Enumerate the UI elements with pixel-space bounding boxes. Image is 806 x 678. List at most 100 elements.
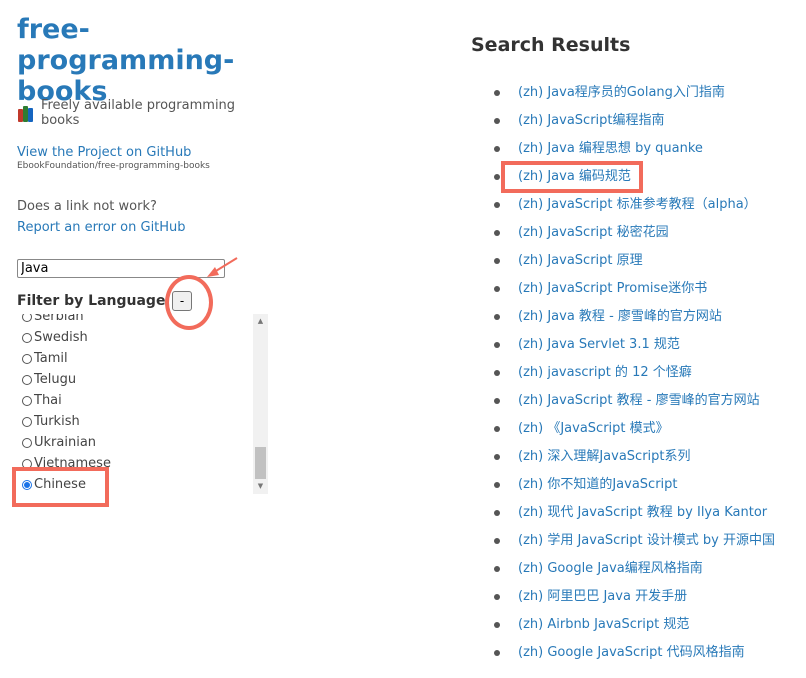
result-item: (zh) 现代 JavaScript 教程 by Ilya Kantor (494, 503, 775, 531)
github-project-link[interactable]: View the Project on GitHub (17, 145, 191, 160)
language-option-thai[interactable]: Thai (17, 390, 111, 411)
result-item: (zh) JavaScript 标准参考教程（alpha） (494, 195, 775, 223)
result-item: (zh) Java Servlet 3.1 规范 (494, 335, 775, 363)
result-link[interactable]: (zh) 学用 JavaScript 设计模式 by 开源中国 (518, 531, 775, 551)
result-link[interactable]: (zh) JavaScript 原理 (518, 251, 643, 271)
annotation-arrow-icon (207, 257, 238, 277)
bullet-icon (494, 622, 500, 628)
language-label[interactable]: Telugu (34, 372, 76, 387)
result-item: (zh) Java程序员的Golang入门指南 (494, 83, 775, 111)
language-option-serbian[interactable]: Serbian (17, 314, 111, 327)
result-item: (zh) JavaScript 秘密花园 (494, 223, 775, 251)
bullet-icon (494, 146, 500, 152)
result-item: (zh) 学用 JavaScript 设计模式 by 开源中国 (494, 531, 775, 559)
bullet-icon (494, 370, 500, 376)
results-header: Search Results (471, 34, 630, 56)
language-label[interactable]: Tamil (34, 351, 68, 366)
result-item: (zh) 你不知道的JavaScript (494, 475, 775, 503)
result-link[interactable]: (zh) JavaScript Promise迷你书 (518, 279, 707, 299)
result-item: (zh) 深入理解JavaScript系列 (494, 447, 775, 475)
github-repo-name: EbookFoundation/free-programming-books (17, 161, 210, 171)
bullet-icon (494, 510, 500, 516)
triangle-down-icon[interactable]: ▼ (253, 479, 268, 494)
bullet-icon (494, 314, 500, 320)
language-radio[interactable] (22, 353, 32, 364)
language-radio[interactable] (22, 395, 32, 406)
language-option-swedish[interactable]: Swedish (17, 327, 111, 348)
language-label[interactable]: Serbian (34, 314, 84, 324)
result-item: (zh) Airbnb JavaScript 规范 (494, 615, 775, 643)
result-link[interactable]: (zh) JavaScript 秘密花园 (518, 223, 669, 243)
result-link[interactable]: (zh) 《JavaScript 模式》 (518, 419, 669, 439)
annotation-box-java-coding-standard (501, 161, 643, 193)
result-item: (zh) Google Java编程风格指南 (494, 559, 775, 587)
language-radio[interactable] (22, 416, 32, 427)
result-link[interactable]: (zh) JavaScript 教程 - 廖雪峰的官方网站 (518, 391, 760, 411)
annotation-circle (165, 275, 213, 330)
bullet-icon (494, 342, 500, 348)
bullet-icon (494, 118, 500, 124)
bullet-icon (494, 650, 500, 656)
language-label[interactable]: Swedish (34, 330, 88, 345)
broken-link-question: Does a link not work? (17, 199, 157, 214)
bullet-icon (494, 566, 500, 572)
site-title[interactable]: free-programming- books (17, 14, 277, 107)
result-item: (zh) JavaScript编程指南 (494, 111, 775, 139)
report-error-link[interactable]: Report an error on GitHub (17, 220, 186, 235)
bullet-icon (494, 538, 500, 544)
result-link[interactable]: (zh) Java 教程 - 廖雪峰的官方网站 (518, 307, 722, 327)
result-link[interactable]: (zh) JavaScript编程指南 (518, 111, 665, 131)
bullet-icon (494, 90, 500, 96)
books-icon (17, 104, 37, 122)
bullet-icon (494, 286, 500, 292)
bullet-icon (494, 174, 500, 180)
search-results-heading: Search Results (471, 34, 631, 56)
bullet-icon (494, 398, 500, 404)
language-option-telugu[interactable]: Telugu (17, 369, 111, 390)
result-link[interactable]: (zh) 现代 JavaScript 教程 by Ilya Kantor (518, 503, 767, 523)
result-item: (zh) JavaScript Promise迷你书 (494, 279, 775, 307)
bullet-icon (494, 426, 500, 432)
language-radio[interactable] (22, 314, 32, 322)
result-link[interactable]: (zh) Java程序员的Golang入门指南 (518, 83, 725, 103)
scrollbar-thumb[interactable] (255, 447, 266, 479)
bullet-icon (494, 482, 500, 488)
language-label[interactable]: Ukrainian (34, 435, 96, 450)
bullet-icon (494, 454, 500, 460)
annotation-box-chinese (12, 467, 109, 507)
language-option-turkish[interactable]: Turkish (17, 411, 111, 432)
result-link[interactable]: (zh) 深入理解JavaScript系列 (518, 447, 691, 467)
language-radio[interactable] (22, 374, 32, 385)
result-link[interactable]: (zh) Airbnb JavaScript 规范 (518, 615, 689, 635)
language-radio[interactable] (22, 437, 32, 448)
result-item: (zh) 《JavaScript 模式》 (494, 419, 775, 447)
language-label[interactable]: Turkish (34, 414, 80, 429)
filter-by-language-heading: Filter by Language (17, 293, 166, 309)
site-title-line1[interactable]: free-programming- (17, 14, 234, 76)
result-link[interactable]: (zh) 你不知道的JavaScript (518, 475, 678, 495)
tagline-text: Freely available programming books (40, 98, 236, 128)
bullet-icon (494, 258, 500, 264)
triangle-up-icon[interactable]: ▲ (253, 314, 268, 329)
result-item: (zh) JavaScript 原理 (494, 251, 775, 279)
result-item: (zh) javascript 的 12 个怪癖 (494, 363, 775, 391)
tagline: Freely available programming books (17, 98, 277, 128)
language-list-scrollbar[interactable]: ▲ ▼ (253, 314, 268, 494)
language-label[interactable]: Thai (34, 393, 62, 408)
result-link[interactable]: (zh) 阿里巴巴 Java 开发手册 (518, 587, 687, 607)
bullet-icon (494, 202, 500, 208)
result-item: (zh) 阿里巴巴 Java 开发手册 (494, 587, 775, 615)
result-link[interactable]: (zh) Google JavaScript 代码风格指南 (518, 643, 745, 663)
result-item: (zh) JavaScript 教程 - 廖雪峰的官方网站 (494, 391, 775, 419)
result-link[interactable]: (zh) Java Servlet 3.1 规范 (518, 335, 680, 355)
result-link[interactable]: (zh) javascript 的 12 个怪癖 (518, 363, 692, 383)
result-link[interactable]: (zh) JavaScript 标准参考教程（alpha） (518, 195, 757, 215)
bullet-icon (494, 230, 500, 236)
result-link[interactable]: (zh) Java 编程思想 by quanke (518, 139, 703, 159)
language-option-ukrainian[interactable]: Ukrainian (17, 432, 111, 453)
result-link[interactable]: (zh) Google Java编程风格指南 (518, 559, 703, 579)
language-radio[interactable] (22, 332, 32, 343)
language-option-tamil[interactable]: Tamil (17, 348, 111, 369)
bullet-icon (494, 594, 500, 600)
result-item: (zh) Google JavaScript 代码风格指南 (494, 643, 775, 671)
